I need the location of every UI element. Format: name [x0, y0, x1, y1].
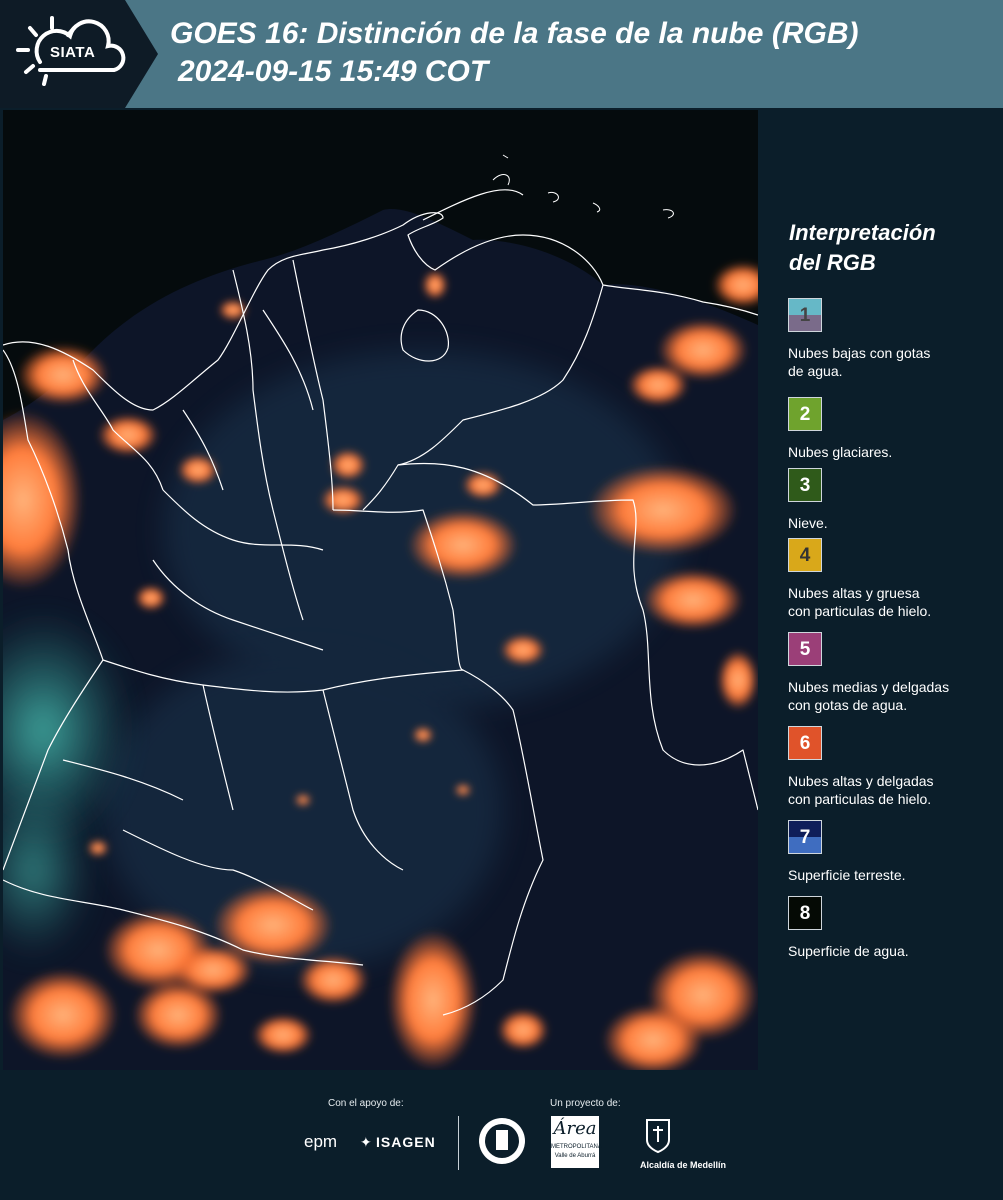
legend-title: Interpretación del RGB: [789, 218, 936, 278]
legend-label-line1: Nubes bajas con gotas: [788, 345, 931, 361]
legend-label-line1: Nubes medias y delgadas: [788, 679, 950, 695]
area-logo-line2: METROPOLITANA: [551, 1144, 602, 1150]
legend-item-3: 3 Nieve.: [788, 468, 1003, 532]
legend-label: Nubes altas y gruesa con particulas de hi…: [788, 584, 1003, 620]
legend-number: 7: [799, 827, 811, 848]
legend-title-line1: Interpretación: [789, 220, 936, 245]
legend-number: 3: [799, 475, 811, 496]
satellite-map: [3, 110, 758, 1070]
legend-item-5: 5 Nubes medias y delgadas con gotas de agu…: [788, 632, 1003, 714]
legend-label-line2: de agua.: [788, 363, 843, 379]
legend-item-8: 8 Superficie de agua.: [788, 896, 1003, 960]
alcaldia-label: Alcaldía de Medellín: [640, 1160, 727, 1170]
legend-number: 2: [799, 404, 811, 425]
legend-number: 6: [799, 733, 811, 754]
legend-swatch-7: 7: [788, 820, 822, 854]
legend-item-1: 1 Nubes bajas con gotas de agua.: [788, 298, 1003, 380]
legend-number: 4: [799, 545, 811, 566]
legend-panel: Interpretación del RGB 1 Nubes bajas con …: [775, 110, 1003, 1070]
page-title: GOES 16: Distinción de la fase de la nub…: [170, 17, 859, 50]
legend-label-line1: Superficie terreste.: [788, 867, 906, 883]
legend-label-line1: Superficie de agua.: [788, 943, 909, 959]
legend-swatch-1: 1: [788, 298, 822, 332]
footer-divider: [458, 1116, 459, 1170]
legend-label-line1: Nubes glaciares.: [788, 444, 893, 460]
legend-item-4: 4 Nubes altas y gruesa con particulas de h…: [788, 538, 1003, 620]
support-label: Con el apoyo de:: [328, 1098, 404, 1109]
alcaldia-shield-icon: [646, 1119, 670, 1154]
isagen-logo: ISAGEN: [376, 1134, 436, 1150]
page-subtitle: 2024-09-15 15:49 COT: [178, 55, 489, 88]
header: SIATA GOES 16: Distinción de la fase de …: [0, 0, 1003, 108]
legend-item-6: 6 Nubes altas y delgadas con particulas de…: [788, 726, 1003, 808]
logo-text: SIATA: [50, 44, 96, 61]
legend-label: Superficie de agua.: [788, 942, 1003, 960]
project-label: Un proyecto de:: [550, 1098, 621, 1109]
legend-label: Nubes bajas con gotas de agua.: [788, 344, 1003, 380]
legend-item-2: 2 Nubes glaciares.: [788, 397, 1003, 461]
legend-label-line1: Nubes altas y gruesa: [788, 585, 920, 601]
area-metropolitana-logo: Área METROPOLITANA Valle de Aburrá: [551, 1116, 602, 1168]
legend-label: Nubes medias y delgadas con gotas de agua…: [788, 678, 1003, 714]
legend-label: Nubes altas y delgadas con particulas de …: [788, 772, 1003, 808]
legend-title-line2: del RGB: [789, 250, 876, 275]
legend-label: Superficie terreste.: [788, 866, 1003, 884]
legend-label: Nubes glaciares.: [788, 443, 1003, 461]
legend-number: 8: [799, 903, 811, 924]
footer: Con el apoyo de: Un proyecto de: epm ✦ I…: [0, 1070, 1003, 1200]
legend-swatch-3: 3: [788, 468, 822, 502]
map-canvas: [3, 110, 758, 1070]
isagen-logo-icon: ✦: [360, 1134, 372, 1150]
logo-panel: SIATA: [0, 0, 158, 108]
legend-swatch-2: 2: [788, 397, 822, 431]
university-seal-icon: [479, 1118, 525, 1164]
epm-logo: epm: [304, 1132, 338, 1151]
legend-label-line1: Nieve.: [788, 515, 828, 531]
legend-number: 1: [799, 305, 811, 326]
area-logo-line3: Valle de Aburrá: [554, 1153, 596, 1159]
legend-label-line1: Nubes altas y delgadas: [788, 773, 934, 789]
legend-item-7: 7 Superficie terreste.: [788, 820, 1003, 884]
legend-label: Nieve.: [788, 514, 1003, 532]
legend-swatch-6: 6: [788, 726, 822, 760]
legend-swatch-4: 4: [788, 538, 822, 572]
legend-label-line2: con particulas de hielo.: [788, 791, 932, 807]
legend-label-line2: con gotas de agua.: [788, 697, 908, 713]
legend-swatch-8: 8: [788, 896, 822, 930]
legend-number: 5: [799, 639, 811, 660]
legend-label-line2: con particulas de hielo.: [788, 603, 932, 619]
area-logo-word: Área: [553, 1118, 597, 1139]
legend-swatch-5: 5: [788, 632, 822, 666]
